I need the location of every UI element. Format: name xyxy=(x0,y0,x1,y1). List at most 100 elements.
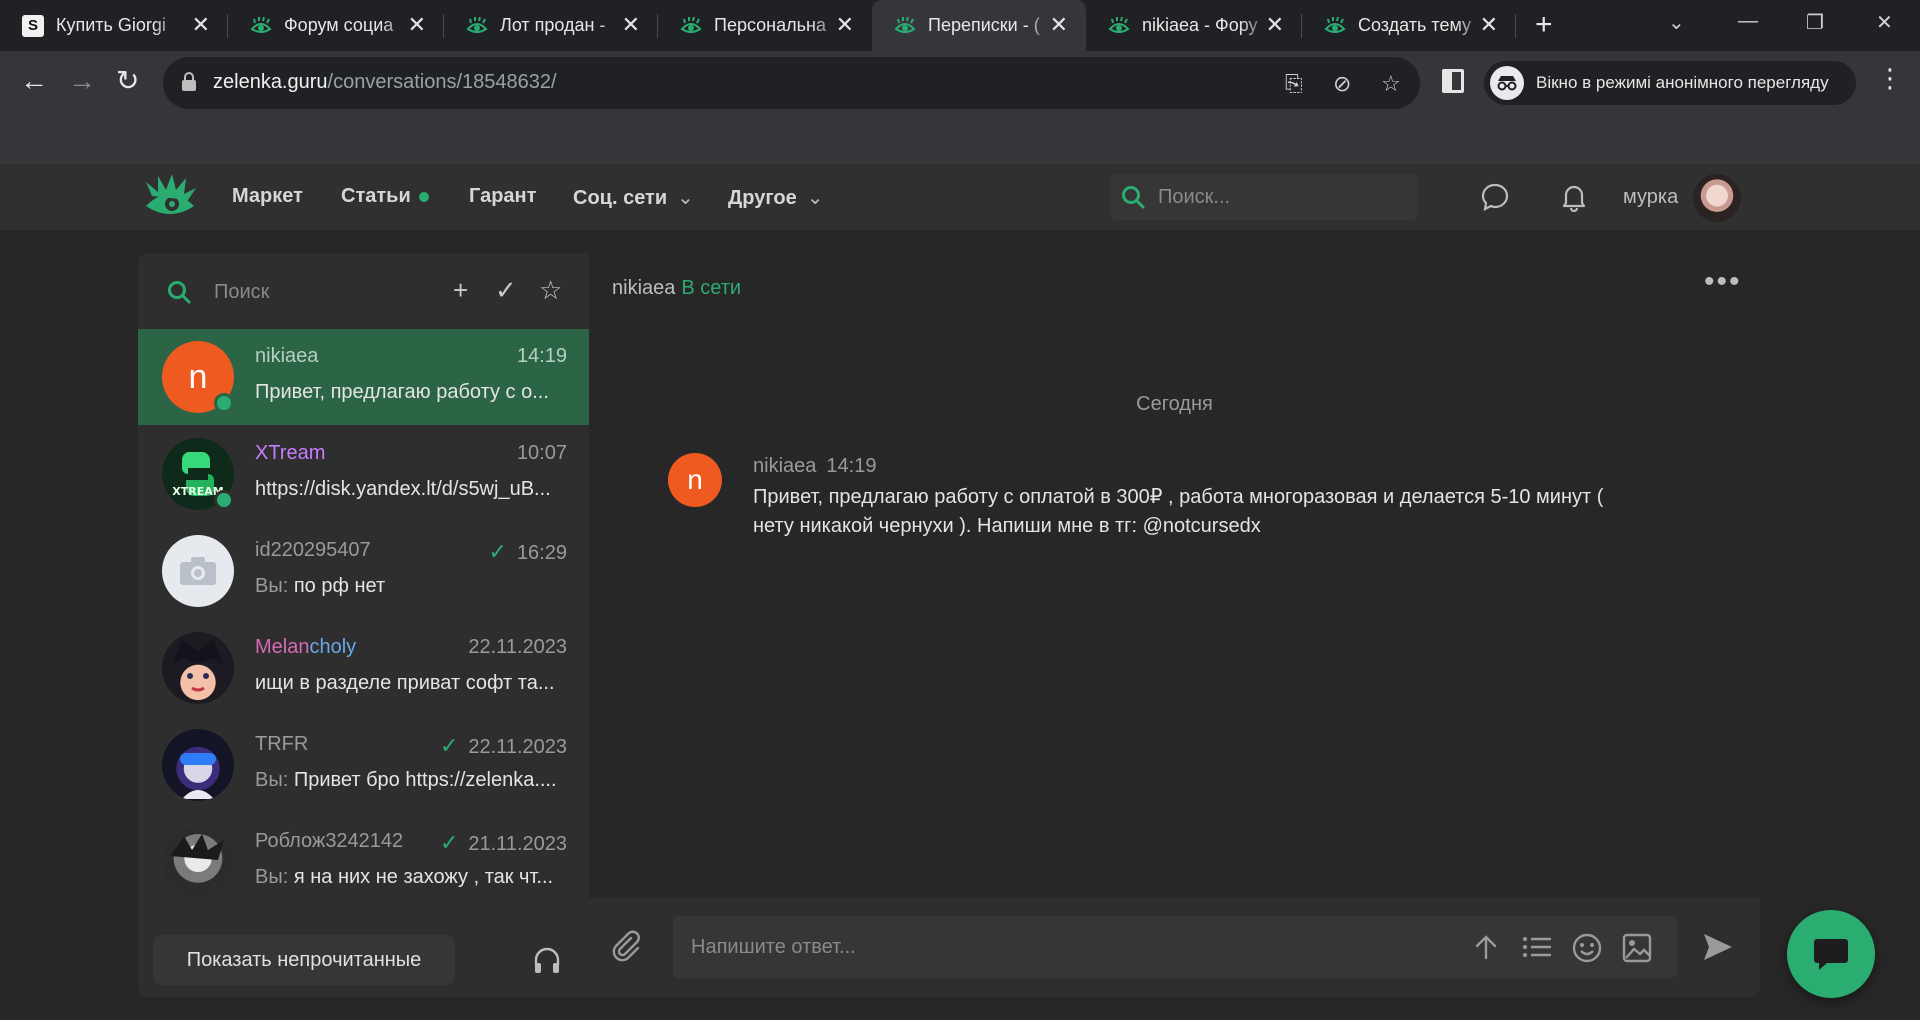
new-conversation-icon[interactable]: + xyxy=(453,277,468,303)
conversation-time-wrap: ✓ 21.11.2023 xyxy=(440,830,567,856)
read-check-icon: ✓ xyxy=(439,830,459,855)
new-tab-icon[interactable]: + xyxy=(1535,10,1553,40)
nav-articles[interactable]: Статьи xyxy=(341,185,429,208)
nav-label: Соц. сети xyxy=(573,187,668,209)
chat-partner-name[interactable]: nikiaea xyxy=(612,277,675,299)
conversation-preview: Привет, предлагаю работу с о... xyxy=(255,381,549,403)
eye-favicon-icon xyxy=(680,15,702,37)
close-tab-icon[interactable]: ✕ xyxy=(192,14,210,36)
conversation-item[interactable]: TRFR ✓ 22.11.2023 Вы: Привет бро https://… xyxy=(138,717,589,813)
address-bar[interactable]: zelenka.guru/conversations/18548632/ ⎘ ⊘… xyxy=(163,57,1420,109)
tab-title: Форум социа xyxy=(284,15,394,35)
conversation-name: XTream xyxy=(255,442,326,464)
conversation-item[interactable]: n nikiaea 14:19 Привет, предлагаю работу… xyxy=(138,329,589,425)
emoji-icon[interactable] xyxy=(1571,932,1603,964)
conversation-item[interactable]: XTREAM XTream 10:07 https://disk.yandex.… xyxy=(138,426,589,522)
url-text: zelenka.guru/conversations/18548632/ xyxy=(213,71,557,94)
list-icon[interactable] xyxy=(1521,932,1553,962)
messages-icon[interactable] xyxy=(1480,182,1510,212)
conversation-item[interactable]: Melancholy 22.11.2023 ищи в разделе прив… xyxy=(138,620,589,716)
tab-title: Персональна xyxy=(714,15,826,35)
eye-favicon-icon xyxy=(894,15,916,37)
conversation-time: 21.11.2023 xyxy=(468,833,567,855)
chat-header: nikiaea В сети ••• xyxy=(589,253,1760,323)
message-avatar[interactable]: n xyxy=(668,453,722,507)
conversation-search[interactable]: Поиск + ✓ ☆ xyxy=(138,253,589,329)
tab-title: Лот продан - xyxy=(500,15,606,35)
nav-other[interactable]: Другое ⌄ xyxy=(728,185,824,210)
forward-icon[interactable]: → xyxy=(68,67,96,95)
close-window-icon[interactable]: ✕ xyxy=(1876,10,1893,35)
close-tab-icon[interactable]: ✕ xyxy=(1050,14,1068,36)
nav-label: Другое xyxy=(728,187,797,209)
browser-menu-icon[interactable]: ⋮ xyxy=(1877,63,1903,94)
online-indicator xyxy=(214,393,234,413)
you-prefix: Вы: xyxy=(255,575,289,597)
conversation-time: 14:19 xyxy=(516,345,567,367)
headset-icon[interactable] xyxy=(532,945,562,975)
restore-icon[interactable]: ❐ xyxy=(1806,10,1824,35)
nav-market[interactable]: Маркет xyxy=(232,185,303,208)
bell-icon[interactable] xyxy=(1559,182,1589,212)
star-icon[interactable]: ☆ xyxy=(1381,71,1401,97)
read-check-icon: ✓ xyxy=(488,539,507,564)
chat-support-button[interactable] xyxy=(1787,910,1875,998)
show-unread-button[interactable]: Показать непрочитанные xyxy=(153,935,455,985)
anime-avatar-icon xyxy=(172,640,224,692)
nav-social[interactable]: Соц. сети ⌄ xyxy=(573,185,694,210)
conversation-preview: по рф нет xyxy=(293,575,386,597)
browser-tab[interactable]: Лот продан - ✕ xyxy=(444,0,658,51)
back-icon[interactable]: ← xyxy=(20,67,48,95)
attach-icon[interactable] xyxy=(609,928,643,962)
message-author[interactable]: nikiaea xyxy=(753,455,816,477)
send-icon[interactable] xyxy=(1701,930,1735,964)
browser-tab[interactable]: Форум социа ✕ xyxy=(228,0,444,51)
eye-off-icon[interactable]: ⊘ xyxy=(1333,71,1351,97)
close-tab-icon[interactable]: ✕ xyxy=(836,14,854,36)
browser-tab[interactable]: nikiaea - Фору ✕ xyxy=(1086,0,1302,51)
more-options-icon[interactable]: ••• xyxy=(1704,265,1742,299)
user-avatar[interactable] xyxy=(1693,174,1741,222)
nav-guarantor[interactable]: Гарант xyxy=(469,185,536,208)
avatar xyxy=(162,826,234,898)
close-tab-icon[interactable]: ✕ xyxy=(408,14,426,36)
arrow-up-icon[interactable] xyxy=(1471,932,1501,962)
star-icon[interactable]: ☆ xyxy=(539,277,562,303)
online-status: В сети xyxy=(681,277,742,299)
minimize-icon[interactable]: — xyxy=(1738,10,1758,33)
reply-composer: Напишите ответ... xyxy=(589,898,1760,997)
incognito-badge[interactable]: Вікно в режимі анонімного перегляду xyxy=(1484,61,1856,105)
conversation-item[interactable]: id220295407 ✓ 16:29 Вы: по рф нет xyxy=(138,523,589,619)
incognito-icon xyxy=(1490,66,1524,100)
close-tab-icon[interactable]: ✕ xyxy=(1266,14,1284,36)
site-search-input[interactable]: Поиск... xyxy=(1110,174,1417,220)
conversation-time: 22.11.2023 xyxy=(468,736,567,758)
translate-icon[interactable]: ⎘ xyxy=(1285,71,1303,97)
conversation-search-placeholder: Поиск xyxy=(214,281,270,303)
eye-favicon-icon xyxy=(250,15,272,37)
close-tab-icon[interactable]: ✕ xyxy=(622,14,640,36)
image-icon[interactable] xyxy=(1621,932,1653,964)
browser-tab[interactable]: S Купить Giorgi ✕ xyxy=(0,0,228,51)
browser-tab[interactable]: Создать тему ✕ xyxy=(1302,0,1516,51)
side-panel-icon[interactable] xyxy=(1442,69,1464,93)
browser-toolbar: ← → ↻ zelenka.guru/conversations/1854863… xyxy=(0,51,1920,164)
chevron-down-icon: ⌄ xyxy=(677,187,694,209)
nav-label: Статьи xyxy=(341,185,411,207)
conversation-time: 16:29 xyxy=(516,542,567,564)
mark-read-icon[interactable]: ✓ xyxy=(495,277,517,303)
reload-icon[interactable]: ↻ xyxy=(116,67,139,95)
camera-icon xyxy=(180,557,216,585)
lock-icon xyxy=(182,72,196,91)
site-logo-icon[interactable] xyxy=(142,172,198,222)
conversation-time-wrap: ✓ 22.11.2023 xyxy=(440,733,567,759)
username[interactable]: мурка xyxy=(1623,186,1678,209)
browser-tab-active[interactable]: Переписки - ( ✕ xyxy=(872,0,1086,51)
close-tab-icon[interactable]: ✕ xyxy=(1480,14,1498,36)
reply-input[interactable]: Напишите ответ... xyxy=(673,916,1677,978)
browser-tab[interactable]: Персональна ✕ xyxy=(658,0,872,51)
tab-search-icon[interactable]: ⌄ xyxy=(1668,10,1685,35)
conversation-item[interactable]: Роблож3242142 ✓ 21.11.2023 Вы: я на них н… xyxy=(138,814,589,910)
day-separator: Сегодня xyxy=(1136,393,1213,415)
conversation-name: Роблож3242142 xyxy=(255,830,404,852)
